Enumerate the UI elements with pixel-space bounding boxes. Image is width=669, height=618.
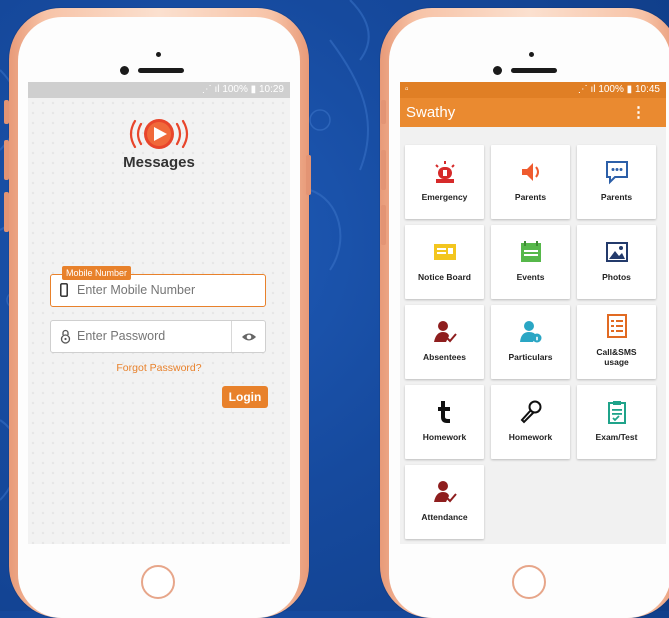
tile-label: Emergency [421, 192, 468, 202]
tile-label: Particulars [508, 352, 553, 362]
tile-label: Parents [600, 192, 633, 202]
app-logo: Messages [28, 116, 290, 171]
volume-button [4, 140, 9, 180]
battery-label: 100% [598, 84, 624, 95]
speaker-icon [521, 163, 539, 181]
side-button [4, 100, 9, 124]
notification-icon: ▫ [405, 84, 409, 95]
chat-icon [605, 161, 628, 185]
eye-icon [241, 333, 256, 340]
battery-icon: ▮ [626, 84, 633, 95]
show-password-toggle[interactable] [231, 321, 265, 352]
tile-homework-voice[interactable]: Homework [491, 385, 570, 459]
tile-label: Absentees [423, 352, 466, 362]
tile-notice-board[interactable]: Notice Board [405, 225, 484, 299]
front-sensor [156, 52, 161, 57]
tile-label: Exam/Test [595, 432, 638, 442]
photos-icon [605, 242, 628, 262]
tile-label: Attendance [421, 512, 468, 522]
volume-button [381, 150, 386, 190]
dashboard-screen: ▫ ⋰ ıl 100% ▮ 10:45 Swathy ⋮ Emergency P… [400, 82, 666, 544]
app-bar: Swathy ⋮ [400, 98, 666, 127]
home-button[interactable] [141, 565, 175, 599]
tile-events[interactable]: Events [491, 225, 570, 299]
phone-icon [60, 283, 68, 297]
tile-attendance[interactable]: Attendance [405, 465, 484, 539]
tile-label: Photos [602, 272, 631, 282]
signal-icon: ⋰ ıl [201, 84, 223, 95]
tile-exam-test[interactable]: Exam/Test [577, 385, 656, 459]
tile-parents-voice[interactable]: Parents [491, 145, 570, 219]
overflow-menu-icon[interactable]: ⋮ [631, 98, 646, 127]
tile-photos[interactable]: Photos [577, 225, 656, 299]
volume-button [4, 192, 9, 232]
tile-homework-text[interactable]: Homework [405, 385, 484, 459]
mobile-field[interactable]: Mobile Number [50, 266, 266, 307]
mobile-field-tag: Mobile Number [62, 266, 132, 280]
tile-parents-chat[interactable]: Parents [577, 145, 656, 219]
siren-icon [434, 161, 455, 183]
signal-icon: ⋰ ıl [577, 84, 599, 95]
tumblr-t-icon [437, 401, 450, 423]
clipboard-icon [607, 401, 626, 424]
play-logo-icon [129, 119, 189, 149]
power-button [306, 155, 311, 195]
user-info-icon [519, 321, 541, 343]
password-input[interactable] [77, 329, 227, 343]
tile-label: Notice Board [418, 272, 471, 282]
status-bar: ▫ ⋰ ıl 100% ▮ 10:45 [400, 82, 666, 98]
camera [493, 66, 502, 75]
tile-particulars[interactable]: Particulars [491, 305, 570, 379]
mobile-input[interactable] [77, 283, 227, 297]
tile-label: Parents [514, 192, 547, 202]
tile-label: Homework [508, 432, 553, 442]
notice-board-icon [433, 244, 456, 260]
list-icon [606, 314, 627, 338]
tile-label: Homework [422, 432, 467, 442]
login-button[interactable]: Login [222, 386, 268, 408]
status-bar: ⋰ ıl 100% ▮ 10:29 [28, 82, 290, 98]
battery-icon: ▮ [250, 84, 257, 95]
login-body: Messages Mobile Number Forgot [28, 98, 290, 544]
tile-label: Events [516, 272, 545, 282]
home-button[interactable] [512, 565, 546, 599]
volume-button [381, 205, 386, 245]
earpiece [138, 68, 184, 73]
camera [120, 66, 129, 75]
front-sensor [529, 52, 534, 57]
app-name: Messages [123, 154, 195, 171]
lock-icon [60, 329, 71, 344]
side-button [381, 100, 386, 124]
tile-label: Call&SMS usage [596, 347, 637, 367]
attendance-user-icon [433, 481, 457, 503]
app-title: Swathy [406, 104, 456, 121]
clock: 10:45 [634, 84, 660, 95]
login-screen: ⋰ ıl 100% ▮ 10:29 Messages Mobile Number [28, 82, 290, 544]
clock: 10:29 [258, 84, 284, 95]
tile-emergency[interactable]: Emergency [405, 145, 484, 219]
tile-absentees[interactable]: Absentees [405, 305, 484, 379]
tile-call-sms-usage[interactable]: Call&SMS usage [577, 305, 656, 379]
forgot-password-link[interactable]: Forgot Password? [28, 362, 290, 374]
absentee-user-icon [433, 321, 457, 343]
battery-label: 100% [222, 84, 248, 95]
password-field[interactable] [50, 320, 266, 353]
microphone-icon [520, 400, 541, 424]
calendar-icon [520, 241, 541, 262]
earpiece [511, 68, 557, 73]
